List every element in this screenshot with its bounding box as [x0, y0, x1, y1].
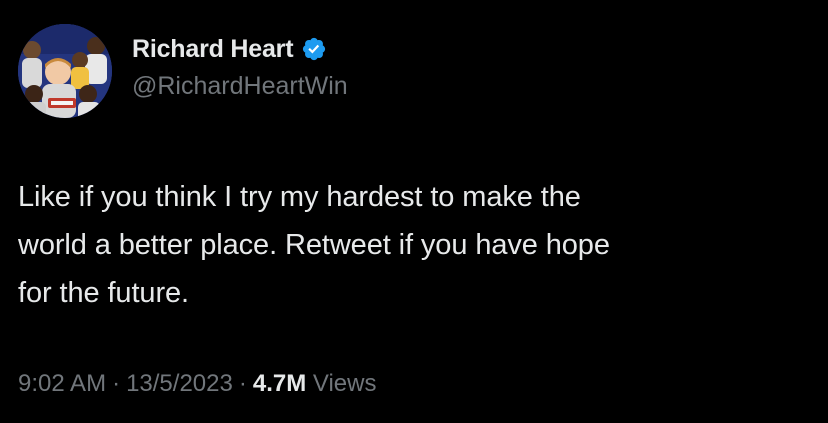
meta-separator: ·	[112, 370, 121, 397]
profile-photo	[18, 24, 112, 118]
tweet-text: Like if you think I try my hardest to ma…	[18, 173, 808, 317]
tweet-text-line: for the future.	[18, 277, 189, 309]
author-avatar[interactable]	[18, 24, 112, 118]
tweet-text-line: Like if you think I try my hardest to ma…	[18, 181, 581, 213]
author-handle[interactable]: @RichardHeartWin	[132, 72, 348, 101]
tweet-date[interactable]: 13/5/2023	[126, 370, 233, 397]
name-row: Richard Heart	[132, 33, 348, 65]
verified-badge-icon[interactable]	[301, 36, 327, 62]
tweet-meta: 9:02 AM · 13/5/2023 · 4.7M Views	[18, 370, 376, 398]
meta-separator: ·	[238, 370, 247, 397]
views-label: Views	[312, 370, 377, 397]
author-display-name[interactable]: Richard Heart	[132, 35, 294, 64]
views-count[interactable]: 4.7M	[253, 370, 306, 397]
tweet-time[interactable]: 9:02 AM	[18, 370, 106, 397]
tweet-card: Richard Heart @RichardHeartWin Like if y…	[0, 0, 828, 423]
author-block: Richard Heart @RichardHeartWin	[132, 33, 348, 101]
tweet-text-line: world a better place. Retweet if you hav…	[18, 229, 610, 261]
